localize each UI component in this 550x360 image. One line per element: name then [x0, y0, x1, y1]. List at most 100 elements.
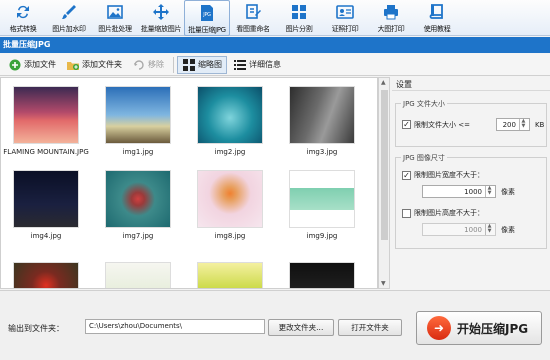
dimension-group: JPG 图像尺寸 ✓ 限制图片宽度不大于： 1000 ▲ ▼ 像素 限制图片高度不…: [395, 153, 547, 249]
list-icon: [233, 58, 247, 72]
limit-height-checkbox[interactable]: [402, 208, 411, 218]
thumbnail-item[interactable]: [13, 262, 79, 288]
thumbnail-image: [105, 262, 171, 288]
limit-width-label: 限制图片宽度不大于：: [414, 171, 484, 179]
tool-label: 看图重命名: [236, 25, 270, 33]
limit-height-input-row: 1000 ▲ ▼ 像素: [422, 223, 515, 236]
id-card-icon: [335, 2, 355, 22]
stepper-arrows-icon[interactable]: ▲ ▼: [518, 119, 527, 130]
thumbnail-view-button[interactable]: 缩略图: [177, 55, 227, 74]
settings-panel: 设置 JPG 文件大小 ✓ 限制文件大小 <= 200 ▲ ▼ KB JPG 图像…: [392, 77, 550, 289]
thumbnail-image: [13, 86, 79, 144]
start-compress-button[interactable]: ➜ 开始压缩JPG: [416, 311, 542, 345]
tool-batch-resize[interactable]: 批量缩放图片: [138, 0, 184, 36]
limit-width-value: 1000: [464, 187, 482, 196]
limit-height-row: 限制图片高度不大于：: [402, 208, 484, 218]
limit-width-stepper[interactable]: 1000 ▲ ▼: [422, 185, 496, 198]
jpg-file-icon: JPG: [197, 3, 217, 23]
output-path-field[interactable]: C:\Users\zhou\Documents\: [85, 319, 265, 334]
tool-watermark[interactable]: 图片加水印: [46, 0, 92, 36]
limit-size-stepper[interactable]: 200 ▲ ▼: [495, 118, 530, 131]
arrow-right-icon: ➜: [427, 316, 451, 340]
scroll-up-icon[interactable]: ▲: [381, 79, 386, 86]
remove-button[interactable]: 移除: [128, 56, 168, 74]
add-folder-button[interactable]: 添加文件夹: [62, 56, 126, 74]
svg-text:JPG: JPG: [202, 12, 211, 18]
folder-add-icon: [66, 58, 80, 72]
tool-label: 批量压缩JPG: [188, 26, 226, 34]
thumbnail-name: img2.jpg: [214, 148, 246, 156]
thumbnail-view-label: 缩略图: [198, 60, 222, 69]
sub-toolbar: 添加文件 添加文件夹 移除 缩略图 详细信息: [0, 54, 550, 76]
remove-label: 移除: [148, 60, 164, 69]
tool-label: 图片加水印: [52, 25, 86, 33]
tool-split[interactable]: 图片分割: [276, 0, 322, 36]
thumbnail-item[interactable]: img8.jpg: [197, 170, 263, 240]
thumbnail-item[interactable]: img9.jpg: [289, 170, 355, 240]
thumbnail-item[interactable]: img1.jpg: [105, 86, 171, 156]
limit-height-value: 1000: [464, 225, 482, 234]
remove-icon: [132, 58, 146, 72]
tool-id-print[interactable]: 证照打印: [322, 0, 368, 36]
thumbnail-name: img8.jpg: [214, 232, 246, 240]
scroll-thumb[interactable]: [381, 90, 388, 240]
thumbnail-image: [197, 86, 263, 144]
change-folder-button[interactable]: 更改文件夹...: [268, 319, 334, 336]
tool-label: 图片分割: [285, 25, 313, 33]
thumbnail-scrollbar[interactable]: ▲ ▼: [378, 77, 390, 289]
stepper-arrows-icon[interactable]: ▲ ▼: [485, 224, 493, 235]
thumbnail-item[interactable]: [289, 262, 355, 288]
tool-batch-process[interactable]: 图片批处理: [92, 0, 138, 36]
thumbnail-item[interactable]: img3.jpg: [289, 86, 355, 156]
start-compress-label: 开始压缩JPG: [457, 321, 529, 336]
limit-height-stepper[interactable]: 1000 ▲ ▼: [422, 223, 496, 236]
dimension-group-title: JPG 图像尺寸: [401, 153, 447, 163]
thumbnail-name: img7.jpg: [122, 232, 154, 240]
thumbnail-image: [105, 170, 171, 228]
tool-rename[interactable]: 看图重命名: [230, 0, 276, 36]
thumbnail-list: FLAMING MOUNTAIN.JPG img1.jpg img2.jpg i…: [0, 77, 378, 289]
limit-size-label: 限制文件大小 <=: [414, 120, 470, 129]
tool-large-print[interactable]: 大图打印: [368, 0, 414, 36]
image-icon: [105, 2, 125, 22]
plus-icon: [8, 58, 22, 72]
thumbnail-item[interactable]: FLAMING MOUNTAIN.JPG: [3, 86, 89, 156]
thumbnail-item[interactable]: img2.jpg: [197, 86, 263, 156]
grid-split-icon: [289, 2, 309, 22]
thumbnail-grid-icon: [182, 58, 196, 72]
thumbnail-item[interactable]: [105, 262, 171, 288]
thumbnail-image: [197, 262, 263, 288]
thumbnail-name: img3.jpg: [306, 148, 338, 156]
stepper-arrows-icon[interactable]: ▲ ▼: [485, 186, 493, 197]
thumbnail-name: img4.jpg: [30, 232, 62, 240]
tool-batch-compress-jpg[interactable]: JPG 批量压缩JPG: [184, 0, 230, 36]
limit-height-unit: 像素: [501, 225, 515, 234]
open-folder-button[interactable]: 打开文件夹: [338, 319, 402, 336]
thumbnail-item[interactable]: [197, 262, 263, 288]
thumbnail-image: [13, 262, 79, 288]
resize-arrows-icon: [151, 2, 171, 22]
limit-width-checkbox[interactable]: ✓: [402, 170, 411, 180]
thumbnail-item[interactable]: img7.jpg: [105, 170, 171, 240]
thumbnail-item[interactable]: img4.jpg: [13, 170, 79, 240]
thumbnail-image: [105, 86, 171, 144]
add-file-button[interactable]: 添加文件: [4, 56, 60, 74]
scroll-down-icon[interactable]: ▼: [381, 280, 386, 287]
tool-tutorial[interactable]: 使用教程: [414, 0, 460, 36]
limit-size-row: ✓ 限制文件大小 <= 200 ▲ ▼ KB: [402, 118, 544, 131]
add-file-label: 添加文件: [24, 60, 56, 69]
brush-icon: [59, 2, 79, 22]
limit-width-unit: 像素: [501, 187, 515, 196]
limit-size-unit: KB: [534, 120, 545, 129]
details-view-label: 详细信息: [249, 60, 281, 69]
tool-format-convert[interactable]: 格式转换: [0, 0, 46, 36]
limit-size-checkbox[interactable]: ✓: [402, 120, 411, 129]
book-icon: [427, 2, 447, 22]
convert-icon: [13, 2, 33, 22]
thumbnail-image: [289, 86, 355, 144]
bottom-bar: 输出到文件夹： C:\Users\zhou\Documents\ 更改文件夹..…: [0, 290, 550, 360]
thumbnail-name: img9.jpg: [306, 232, 338, 240]
limit-width-row: ✓ 限制图片宽度不大于：: [402, 170, 484, 180]
details-view-button[interactable]: 详细信息: [229, 56, 285, 74]
thumbnail-image: [197, 170, 263, 228]
